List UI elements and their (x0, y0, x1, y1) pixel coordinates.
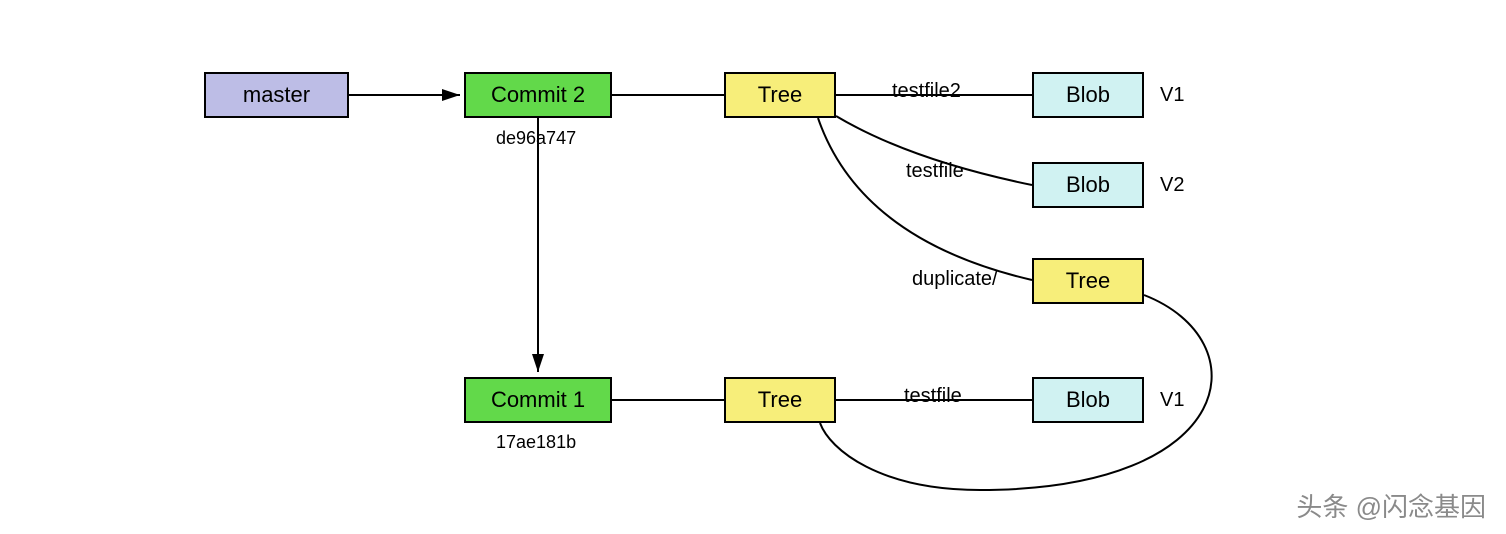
commit-1-hash: 17ae181b (496, 432, 576, 453)
edge-duplicate: duplicate/ (912, 268, 998, 291)
edge-testfile-bottom: testfile (904, 385, 962, 408)
tree-duplicate: Tree (1032, 258, 1144, 304)
commit-1: Commit 1 (464, 377, 612, 423)
tree-duplicate-label: Tree (1066, 268, 1110, 294)
commit-2-label: Commit 2 (491, 82, 585, 108)
tree-top-label: Tree (758, 82, 802, 108)
tree-bottom-label: Tree (758, 387, 802, 413)
blob-v2-version: V2 (1160, 174, 1184, 197)
blob-v2: Blob (1032, 162, 1144, 208)
commit-2-hash: de96a747 (496, 128, 576, 149)
edge-testfile-top: testfile (906, 160, 964, 183)
blob-v1-bottom-label: Blob (1066, 387, 1110, 413)
blob-v1-top-label: Blob (1066, 82, 1110, 108)
commit-2: Commit 2 (464, 72, 612, 118)
blob-v1-bottom: Blob (1032, 377, 1144, 423)
branch-master-label: master (243, 82, 310, 108)
tree-bottom: Tree (724, 377, 836, 423)
blob-v1-top-version: V1 (1160, 84, 1184, 107)
edge-testfile2: testfile2 (892, 80, 961, 103)
commit-1-label: Commit 1 (491, 387, 585, 413)
tree-top: Tree (724, 72, 836, 118)
blob-v2-label: Blob (1066, 172, 1110, 198)
blob-v1-top: Blob (1032, 72, 1144, 118)
watermark: 头条 @闪念基因 (1296, 487, 1486, 524)
blob-v1-bottom-version: V1 (1160, 389, 1184, 412)
branch-master: master (204, 72, 349, 118)
